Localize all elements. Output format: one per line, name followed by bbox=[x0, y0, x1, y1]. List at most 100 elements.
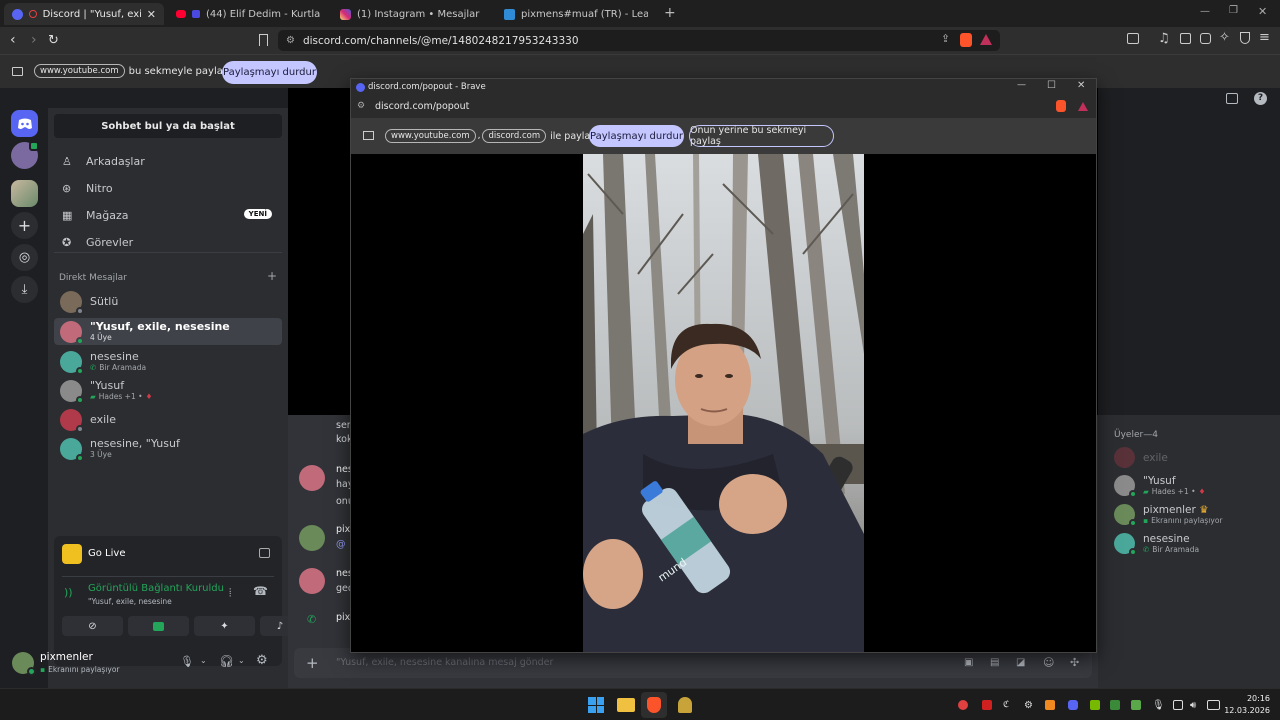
username[interactable]: pixmenler bbox=[40, 651, 93, 663]
dm-item[interactable]: exile bbox=[54, 406, 282, 433]
site-settings-icon[interactable]: ⚙ bbox=[357, 101, 365, 111]
tray-app-icon[interactable] bbox=[1045, 700, 1055, 710]
stop-sharing-button[interactable]: Paylaşmayı durdur bbox=[222, 61, 317, 84]
tray-volume-icon[interactable]: 🔊︎ bbox=[1190, 700, 1200, 711]
tray-app-icon[interactable] bbox=[982, 700, 992, 710]
site-settings-icon[interactable]: ⚙ bbox=[286, 35, 295, 46]
noise-suppression-icon[interactable]: ⦙ bbox=[229, 586, 231, 600]
avatar[interactable] bbox=[299, 525, 325, 551]
leo-ai-icon[interactable]: ✧ bbox=[1219, 30, 1230, 45]
close-tab-icon[interactable]: ✕ bbox=[147, 8, 156, 21]
close-window-icon[interactable]: ✕ bbox=[1077, 80, 1085, 91]
tray-microphone-icon[interactable]: 🎙︎ bbox=[1152, 700, 1165, 711]
file-explorer-icon[interactable] bbox=[617, 698, 635, 712]
forward-icon[interactable]: › bbox=[31, 32, 37, 48]
avatar[interactable] bbox=[299, 465, 325, 491]
minimize-icon[interactable]: — bbox=[1200, 6, 1210, 17]
emoji-icon[interactable]: ☺ bbox=[1043, 656, 1054, 669]
tray-app-icon[interactable] bbox=[1131, 700, 1141, 710]
server-avatar[interactable] bbox=[11, 141, 39, 169]
avatar[interactable] bbox=[299, 568, 325, 594]
maximize-icon[interactable]: ☐ bbox=[1047, 80, 1056, 91]
download-icon[interactable]: ⤓ bbox=[11, 276, 38, 303]
popout-icon[interactable] bbox=[259, 548, 270, 558]
tray-steam-icon[interactable]: ⚙ bbox=[1024, 700, 1034, 711]
dm-item[interactable]: "Yusuf ▰ Hades +1 • ♦ bbox=[54, 377, 282, 404]
dm-item[interactable]: nesesine, "Yusuf 3 Üye bbox=[54, 435, 282, 462]
back-icon[interactable]: ‹ bbox=[10, 32, 16, 48]
member-item[interactable]: nesesine ✆ Bir Aramada bbox=[1114, 533, 1199, 556]
league-client-icon[interactable] bbox=[678, 697, 692, 713]
nav-friends[interactable]: ♙ Arkadaşlar bbox=[54, 148, 282, 174]
browser-tab-leagueofgraphs[interactable]: pixmens#muaf (TR) - LeagueOfGraph bbox=[496, 3, 656, 25]
tray-nvidia-icon[interactable] bbox=[1090, 700, 1100, 710]
brave-shields-icon[interactable] bbox=[960, 33, 972, 47]
member-item[interactable]: pixmenler ♛ ▪ Ekranını paylaşıyor bbox=[1114, 504, 1223, 527]
dm-item-selected[interactable]: "Yusuf, exile, nesesine 4 Üye bbox=[54, 318, 282, 345]
message-author[interactable]: pix bbox=[336, 612, 350, 623]
stream-video-area[interactable]: mund bbox=[351, 154, 1096, 652]
screen-share-icon[interactable] bbox=[1127, 33, 1139, 44]
discover-icon[interactable]: ◎ bbox=[11, 244, 38, 271]
browser-tab-discord[interactable]: Discord | "Yusuf, exile, nese... ✕ bbox=[4, 3, 164, 25]
mention[interactable]: @ bbox=[336, 539, 346, 550]
activities-button[interactable]: ✦ bbox=[194, 616, 255, 636]
tray-app-icon[interactable] bbox=[958, 700, 968, 710]
brave-rewards-icon[interactable] bbox=[980, 34, 992, 45]
tray-network-icon[interactable] bbox=[1173, 700, 1183, 710]
chevron-down-icon[interactable]: ⌄ bbox=[238, 656, 245, 665]
member-item[interactable]: exile bbox=[1114, 447, 1168, 468]
screen-share-button[interactable] bbox=[128, 616, 189, 636]
restore-icon[interactable]: ❐ bbox=[1229, 5, 1238, 16]
browser-tab-instagram[interactable]: (1) Instagram • Mesajlar bbox=[332, 3, 492, 25]
sticker-icon[interactable]: ◪ bbox=[1016, 657, 1025, 668]
member-item[interactable]: "Yusuf ▰ Hades +1 • ♦ bbox=[1114, 475, 1205, 498]
reload-icon[interactable]: ↻ bbox=[48, 33, 59, 48]
clock-date[interactable]: 12.03.2026 bbox=[1222, 706, 1270, 715]
add-server-icon[interactable]: + bbox=[11, 212, 38, 239]
disconnect-icon[interactable]: ☎ bbox=[253, 584, 268, 598]
brave-shields-icon[interactable] bbox=[1056, 100, 1066, 112]
chevron-down-icon[interactable]: ⌄ bbox=[200, 656, 207, 665]
browser-tab-youtube[interactable]: (44) Elif Dedim - Kurtlar Vadisi - Y bbox=[168, 3, 328, 25]
bookmark-icon[interactable] bbox=[259, 34, 268, 46]
user-avatar[interactable] bbox=[12, 652, 36, 676]
share-icon[interactable]: ⇪ bbox=[941, 33, 950, 45]
server-avatar[interactable] bbox=[11, 180, 38, 207]
menu-icon[interactable]: ≡ bbox=[1259, 30, 1270, 45]
close-window-icon[interactable]: ✕ bbox=[1258, 5, 1267, 18]
dm-item[interactable]: Sütlü bbox=[54, 288, 282, 315]
address-bar[interactable]: ⚙ discord.com/channels/@me/1480248217953… bbox=[278, 30, 1000, 51]
brave-rewards-icon[interactable] bbox=[1078, 102, 1088, 111]
nav-nitro[interactable]: ⊛ Nitro bbox=[54, 175, 282, 201]
discord-home-button[interactable] bbox=[11, 110, 38, 137]
dm-item[interactable]: nesesine ✆ Bir Aramada bbox=[54, 348, 282, 375]
sidebar-icon[interactable] bbox=[1180, 33, 1191, 44]
minimize-icon[interactable]: — bbox=[1017, 80, 1026, 90]
message-author[interactable]: pix bbox=[336, 524, 350, 535]
nav-shop[interactable]: ▦ Mağaza YENİ bbox=[54, 202, 282, 228]
headphones-icon[interactable]: 🎧︎ bbox=[219, 654, 234, 668]
clock-time[interactable]: 20:16 bbox=[1240, 694, 1270, 703]
tray-app-icon[interactable]: ℭ bbox=[1003, 700, 1013, 710]
help-icon[interactable]: ? bbox=[1254, 92, 1267, 105]
tray-discord-icon[interactable] bbox=[1068, 700, 1078, 710]
create-dm-button[interactable]: + bbox=[267, 269, 277, 283]
new-tab-button[interactable]: + bbox=[664, 5, 676, 21]
share-this-tab-button[interactable]: Onun yerine bu sekmeyi paylaş bbox=[689, 125, 834, 147]
vpn-icon[interactable] bbox=[1240, 32, 1250, 44]
stop-sharing-button[interactable]: Paylaşmayı durdur bbox=[589, 125, 684, 147]
search-dm-input[interactable]: Sohbet bul ya da başlat bbox=[54, 114, 282, 138]
attach-plus-icon[interactable]: + bbox=[306, 654, 319, 672]
connection-status[interactable]: Görüntülü Bağlantı Kuruldu bbox=[88, 583, 224, 594]
brave-taskbar-button[interactable] bbox=[641, 692, 667, 718]
tray-app-icon[interactable] bbox=[1110, 700, 1120, 710]
gift-icon[interactable]: ▣ bbox=[964, 657, 973, 668]
camera-off-button[interactable]: ⊘ bbox=[62, 616, 123, 636]
wallet-icon[interactable] bbox=[1200, 33, 1211, 44]
inbox-icon[interactable] bbox=[1226, 93, 1238, 104]
tray-battery-icon[interactable] bbox=[1207, 700, 1220, 710]
start-button[interactable] bbox=[588, 697, 604, 713]
gif-icon[interactable]: ▤ bbox=[990, 657, 999, 668]
settings-gear-icon[interactable]: ⚙ bbox=[256, 653, 268, 668]
